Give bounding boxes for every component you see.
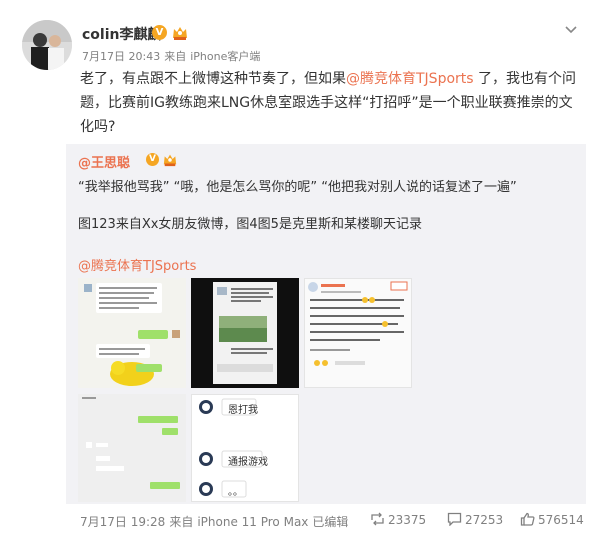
verified-v-icon: V bbox=[152, 25, 167, 40]
repost-time[interactable]: 7月17日 19:28 bbox=[80, 515, 165, 529]
post-text: 老了，有点跟不上微博这种节奏了，但如果@腾竞体育TJSports 了，我也有个问… bbox=[80, 67, 580, 139]
image-thumbnail-1[interactable] bbox=[78, 278, 186, 388]
repost-mention-link[interactable]: @腾竞体育TJSports bbox=[78, 255, 196, 274]
chevron-down-icon[interactable] bbox=[564, 20, 578, 34]
verified-v-icon: V bbox=[146, 153, 159, 166]
comment-count: 27253 bbox=[465, 513, 504, 527]
repost-author[interactable]: @王思聪 bbox=[78, 152, 130, 171]
chat-reply-text: 恩打我 bbox=[228, 405, 258, 416]
image-thumbnail-3[interactable] bbox=[304, 278, 412, 388]
weibo-post-card: colin李麒麟 V 7月17日 20:43 来自 iPhone客户端 老了，有点跟… bbox=[0, 0, 598, 535]
post-meta: 7月17日 20:43 来自 iPhone客户端 bbox=[82, 48, 264, 64]
edited-label[interactable]: 已编辑 bbox=[312, 515, 348, 529]
image-thumbnail-5[interactable]: 恩打我 通报游戏 。。 bbox=[191, 394, 299, 502]
member-crown-icon[interactable] bbox=[162, 152, 178, 167]
post-time[interactable]: 7月17日 20:43 bbox=[82, 50, 160, 63]
mention-link[interactable]: @腾竞体育TJSports bbox=[346, 71, 474, 87]
reposted-weibo[interactable]: @王思聪 V “我举报他骂我” “哦，他是怎么骂你的呢” “他把我对别人说的话复… bbox=[66, 144, 586, 504]
repost-footer-meta: 7月17日 19:28 来自 iPhone 11 Pro Max 已编辑 bbox=[80, 513, 352, 530]
comment-icon bbox=[447, 512, 462, 526]
repost-icon bbox=[371, 512, 384, 526]
like-count: 576514 bbox=[538, 513, 584, 527]
chat-reply-text: 通报游戏 bbox=[228, 457, 268, 468]
repost-source: iPhone 11 Pro Max bbox=[197, 515, 309, 529]
repost-count: 23375 bbox=[388, 513, 427, 527]
member-crown-icon[interactable] bbox=[171, 24, 189, 41]
source-prefix: 来自 bbox=[164, 50, 187, 63]
source-prefix: 来自 bbox=[169, 515, 194, 529]
post-source: iPhone客户端 bbox=[190, 50, 261, 63]
post-text-part: 老了，有点跟不上微博这种节奏了，但如果 bbox=[80, 71, 346, 87]
image-thumbnail-2[interactable] bbox=[191, 278, 299, 388]
chat-reply-text: 。。 bbox=[228, 487, 243, 498]
repost-text-line: “我举报他骂我” “哦，他是怎么骂你的呢” “他把我对别人说的话复述了一遍” bbox=[78, 180, 517, 195]
image-thumbnail-4[interactable] bbox=[78, 394, 186, 502]
like-icon bbox=[520, 512, 535, 526]
username[interactable]: colin李麒麟 bbox=[82, 24, 161, 44]
repost-text-line: 图123来自Xx女朋友微博，图4图5是克里斯和某楼聊天记录 bbox=[78, 217, 422, 232]
avatar[interactable] bbox=[22, 20, 72, 70]
